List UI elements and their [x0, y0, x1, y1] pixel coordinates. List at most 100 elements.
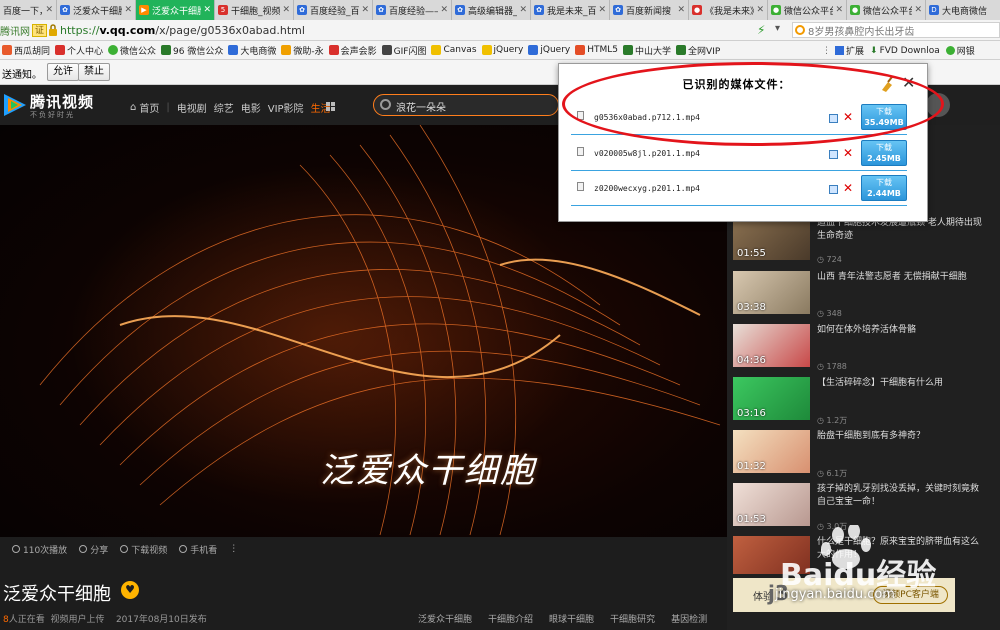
list-item[interactable]: 03:16 【生活碎碎念】干细胞有什么用 ◷ 1.2万 — [733, 377, 988, 430]
browser-tab[interactable]: ● 《我是未来》 ✕ — [689, 0, 768, 20]
extension-button[interactable]: 扩展 — [846, 44, 864, 57]
bookmark-item[interactable]: 西瓜胡同 — [2, 44, 50, 57]
tab-close-icon[interactable]: ✕ — [361, 5, 369, 15]
download-button[interactable]: 下载 2.45MB — [861, 140, 907, 166]
tag-link[interactable]: 眼球干细胞 — [549, 612, 594, 625]
site-identity-badge[interactable]: 腾讯网 证 — [0, 23, 48, 38]
share-label: 分享 — [90, 545, 109, 556]
tab-close-icon[interactable]: ✕ — [677, 5, 685, 15]
bookmark-item[interactable]: 大电商微 — [228, 44, 276, 57]
browser-tab[interactable]: ● 微信公众平台 ✕ — [847, 0, 926, 20]
browser-tab[interactable]: ✿ 高级编辑器_ ✕ — [452, 0, 531, 20]
tab-close-icon[interactable]: ✕ — [440, 5, 448, 15]
list-item[interactable]: 01:55 造血干细胞技术发展遭瓶颈 老人期待出现生命奇迹 ◷ 724 — [733, 217, 988, 270]
browser-tab[interactable]: ✿ 百度经验—— ✕ — [373, 0, 452, 20]
video-duration: 01:53 — [737, 514, 766, 525]
chevron-down-icon[interactable]: ▾ — [775, 23, 780, 34]
download-button[interactable]: 下载 2.44MB — [861, 175, 907, 201]
copy-icon[interactable] — [829, 150, 838, 159]
view-count: ◷ 724 — [817, 255, 842, 264]
tab-close-icon[interactable]: ✕ — [835, 5, 843, 15]
bookmark-item[interactable]: 中山大学 — [623, 44, 671, 57]
tab-close-icon[interactable]: ✕ — [45, 5, 53, 15]
more-icon[interactable]: ⋮ — [822, 46, 831, 56]
video-title-link[interactable]: 山西 青年法警志愿者 无偿捐献干细胞 — [817, 271, 987, 284]
download-video-button[interactable]: 下载视频 — [120, 543, 167, 556]
tab-close-icon[interactable]: ✕ — [756, 5, 764, 15]
bookmark-item[interactable]: jQuery — [528, 45, 570, 55]
video-duration: 03:16 — [737, 408, 766, 419]
video-title-link[interactable]: 【生活碎碎念】干细胞有什么用 — [817, 377, 987, 390]
tencent-video-logo-icon[interactable] — [2, 92, 28, 118]
bookmark-item[interactable]: GIF闪图 — [381, 44, 426, 57]
tab-close-icon[interactable]: ✕ — [124, 5, 132, 15]
heart-icon[interactable]: ♥ — [121, 581, 139, 599]
video-title-link[interactable]: 胎盘干细胞到底有多神奇？ — [817, 430, 987, 443]
browser-search-input[interactable]: 8岁男孩鼻腔内长出牙齿 — [792, 22, 1000, 38]
list-item[interactable]: 01:32 胎盘干细胞到底有多神奇？ ◷ 6.1万 — [733, 430, 988, 483]
grid-menu-icon[interactable] — [326, 102, 335, 111]
delete-icon[interactable]: ✕ — [843, 181, 853, 195]
delete-icon[interactable]: ✕ — [843, 146, 853, 160]
allow-button[interactable]: 允许 — [47, 63, 79, 81]
nav-home[interactable]: 首页 — [139, 100, 159, 115]
browser-tab[interactable]: ● 微信公众平台 ✕ — [768, 0, 847, 20]
list-item[interactable]: 04:36 如何在体外培养活体骨骼 ◷ 1788 — [733, 324, 988, 377]
view-count: ◷ 1788 — [817, 362, 847, 371]
copy-icon[interactable] — [829, 185, 838, 194]
highlight-ellipse — [562, 62, 944, 146]
lightning-icon[interactable]: ⚡ — [757, 23, 765, 37]
share-button[interactable]: 分享 — [79, 543, 108, 556]
tab-close-icon[interactable]: ✕ — [914, 5, 922, 15]
list-item[interactable]: 03:38 山西 青年法警志愿者 无偿捐献干细胞 ◷ 348 — [733, 271, 988, 324]
browser-tab[interactable]: ✿ 百度新闻搜 ✕ — [610, 0, 689, 20]
tab-close-icon[interactable]: ✕ — [519, 5, 527, 15]
bookmark-item[interactable]: 全网VIP — [676, 44, 720, 57]
bank-button[interactable]: 网银 — [957, 44, 975, 57]
bookmark-item[interactable]: HTML5 — [575, 45, 618, 55]
nav-variety[interactable]: 综艺 — [214, 100, 234, 115]
site-nav: ⌂ 首页 | 电视剧 综艺 电影 VIP影院 生活 — [130, 100, 338, 115]
view-count: ◷ 1.2万 — [817, 416, 848, 425]
tag-link[interactable]: 泛爱众干细胞 — [418, 612, 472, 625]
tag-link[interactable]: 干细胞研究 — [610, 612, 655, 625]
tab-close-icon[interactable]: ✕ — [203, 5, 211, 15]
browser-tab[interactable]: 百度一下，你 ✕ — [0, 0, 57, 20]
tag-link[interactable]: 基因检测 — [671, 612, 707, 625]
url-field[interactable]: https://v.qq.com/x/page/g0536x0abad.html — [60, 24, 305, 37]
fvd-button[interactable]: FVD Downloa — [880, 46, 940, 56]
browser-tab[interactable]: D 大电商微信 — [926, 0, 1000, 20]
bookmark-item[interactable]: Canvas — [431, 45, 477, 55]
site-d-icon: D — [929, 5, 939, 15]
browser-tab[interactable]: ✿ 百度经验_百 ✕ — [294, 0, 373, 20]
mobile-watch-button[interactable]: 手机看 — [179, 543, 217, 556]
tab-close-icon[interactable]: ✕ — [598, 5, 606, 15]
browser-tab[interactable]: 5 干细胞_视频 ✕ — [215, 0, 294, 20]
bookmark-item[interactable]: 微助-永 — [281, 44, 324, 57]
tab-close-icon[interactable]: ✕ — [282, 5, 290, 15]
browser-tab[interactable]: ✿ 泛爱众干细胞 ✕ — [57, 0, 136, 20]
address-bar: 腾讯网 证 https://v.qq.com/x/page/g0536x0aba… — [0, 20, 1000, 41]
video-title-link[interactable]: 如何在体外培养活体骨骼 — [817, 324, 987, 337]
tag-link[interactable]: 干细胞介绍 — [488, 612, 533, 625]
play-count-icon — [12, 545, 20, 553]
bookmark-item[interactable]: 个人中心 — [55, 44, 103, 57]
browser-tab-active[interactable]: ▶ 泛爱众干细胞 ✕ — [136, 0, 215, 20]
bookmark-label: 微助-永 — [293, 46, 324, 57]
file-size: 2.45MB — [867, 154, 901, 163]
block-button[interactable]: 禁止 — [78, 63, 110, 81]
bookmark-item[interactable]: 会声会影 — [328, 44, 377, 57]
video-title-link[interactable]: 孩子掉的乳牙别找没丢掉，关键时刻竟救自己宝宝一命！ — [817, 483, 987, 509]
bookmark-item[interactable]: jQuery — [481, 45, 523, 55]
bookmark-item[interactable]: 96 微信公众 — [161, 44, 223, 57]
browser-tab[interactable]: ✿ 我是未来_百 ✕ — [531, 0, 610, 20]
bookmark-icon — [381, 45, 392, 55]
nav-movie[interactable]: 电影 — [241, 100, 261, 115]
nav-tv[interactable]: 电视剧 — [177, 100, 207, 115]
nav-vip[interactable]: VIP影院 — [268, 100, 304, 115]
site-search-input[interactable]: 浪花一朵朵 — [373, 94, 559, 116]
bookmark-item[interactable]: 微信公众 — [108, 44, 156, 57]
video-duration: 01:55 — [737, 248, 766, 259]
more-icon[interactable]: ⋮ — [229, 544, 238, 554]
bookmark-label: HTML5 — [587, 45, 619, 55]
